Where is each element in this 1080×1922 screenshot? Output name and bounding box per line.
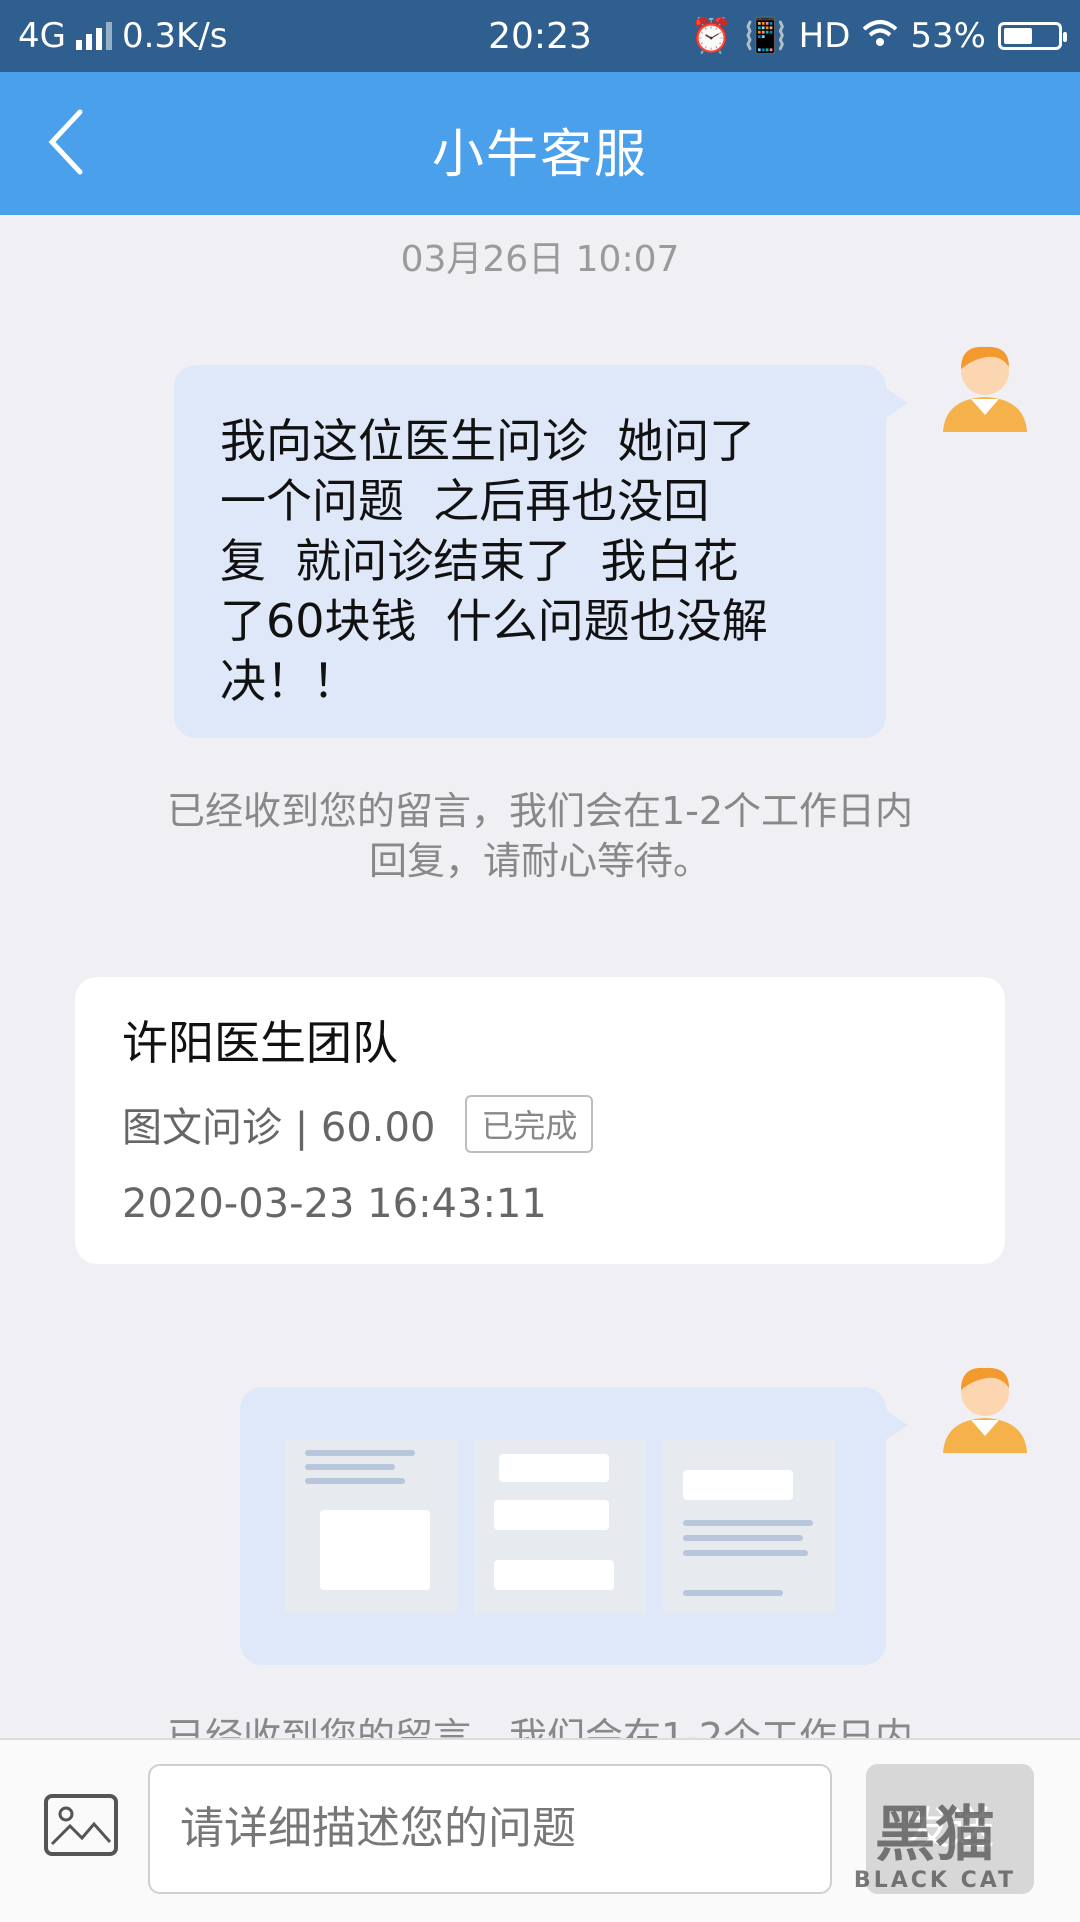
wifi-icon: [862, 16, 898, 56]
battery-icon: [998, 22, 1067, 50]
alarm-icon: ⏰: [689, 16, 733, 56]
page-title: 小牛客服: [431, 125, 648, 185]
message-bubble[interactable]: 我向这位医生问诊 她问了 一个问题 之后再也没回 复 就问诊结束了 我白花 了6…: [174, 365, 908, 738]
image-thumbnails: [285, 1440, 835, 1613]
status-right: ⏰ 📳 HD 53%: [689, 16, 1067, 56]
vibrate-icon: 📳: [744, 16, 787, 56]
battery-percent: 53%: [910, 16, 986, 56]
hd-label: HD: [798, 16, 851, 56]
status-badge: 已完成: [465, 1095, 594, 1153]
order-card[interactable]: 许阳医生团队 图文问诊 | 60.00 已完成 2020-03-23 16:43…: [75, 977, 1005, 1264]
order-time: 2020-03-23 16:43:11: [122, 1181, 547, 1227]
watermark-logo: 黑猫 BLACK CAT: [853, 1800, 1017, 1893]
status-bar: 4G 0.3K/s 20:23 ⏰ 📳 HD 53%: [0, 0, 1080, 72]
user-avatar-icon: [943, 1367, 1027, 1453]
message-text: 我向这位医生问诊 她问了 一个问题 之后再也没回 复 就问诊结束了 我白花 了6…: [220, 414, 768, 708]
user-avatar[interactable]: [935, 337, 1035, 437]
image-picker-button[interactable]: [44, 1794, 118, 1856]
doctor-team-name: 许阳医生团队: [122, 1016, 398, 1070]
nav-header: 小牛客服: [0, 72, 1080, 215]
service-price: 图文问诊 | 60.00: [122, 1105, 436, 1151]
user-avatar-icon: [943, 346, 1027, 432]
image-thumbnail[interactable]: [285, 1440, 457, 1613]
image-thumbnail[interactable]: [474, 1440, 646, 1613]
image-icon: [50, 1806, 112, 1846]
battery-fill: [1004, 28, 1032, 44]
input-bar: 请详细描述您的问题 发送 黑猫 BLACK CAT: [0, 1738, 1080, 1922]
image-thumbnail[interactable]: [663, 1440, 835, 1613]
order-info-row: 图文问诊 | 60.00 已完成: [122, 1095, 958, 1153]
user-avatar[interactable]: [935, 1358, 1035, 1458]
auto-reply-note: 已经收到您的留言，我们会在1-2个工作日内回复，请耐心等待。: [166, 789, 914, 883]
message-input[interactable]: 请详细描述您的问题: [148, 1764, 832, 1894]
message-timestamp: 03月26日 10:07: [400, 239, 680, 280]
